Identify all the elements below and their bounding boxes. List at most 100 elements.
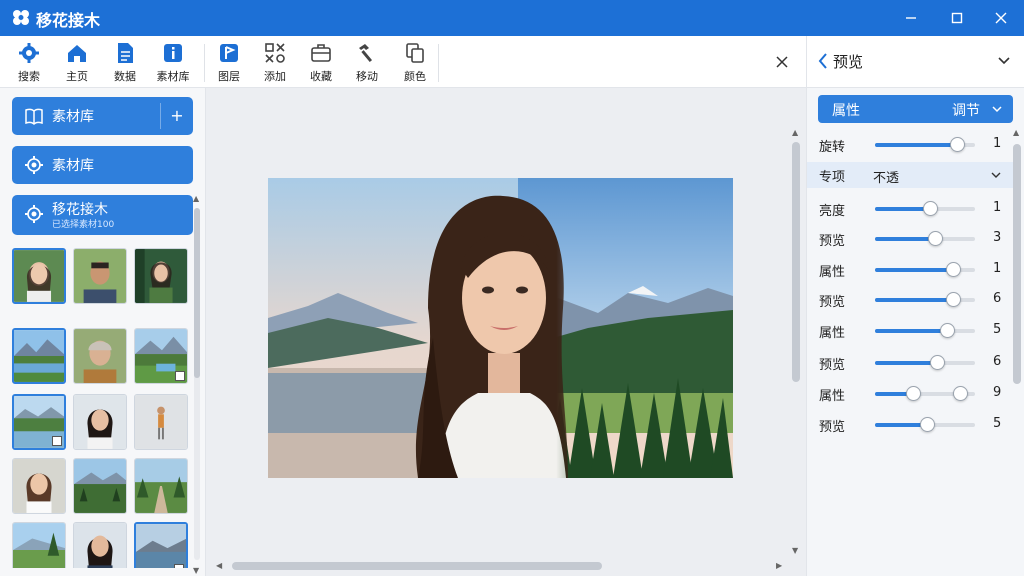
thumbnail-landscape[interactable]	[134, 458, 188, 514]
slider-knob[interactable]	[906, 386, 921, 401]
property-slider-row[interactable]: 属性 9	[807, 381, 1013, 405]
thumbnail-landscape[interactable]	[73, 458, 127, 514]
property-value: 5	[993, 322, 1002, 337]
scroll-thumb[interactable]	[792, 142, 800, 382]
slider-knob[interactable]	[950, 137, 965, 152]
thumbnail-portrait[interactable]	[134, 248, 188, 304]
slider-track[interactable]	[875, 323, 975, 338]
right-scrollbar[interactable]: ▲	[1012, 128, 1022, 568]
composite-photo[interactable]	[268, 178, 733, 478]
scroll-thumb[interactable]	[1013, 144, 1021, 384]
close-window-button[interactable]	[978, 0, 1024, 36]
property-slider-row[interactable]: 预览 5	[807, 412, 1013, 436]
document-icon	[118, 43, 133, 63]
toolbar-label: 移动	[356, 70, 378, 83]
thumbnail-portrait[interactable]	[73, 248, 127, 304]
slider-fill	[875, 268, 953, 272]
thumbnail-landscape[interactable]	[12, 328, 66, 384]
thumbnail-portrait[interactable]	[12, 458, 66, 514]
thumbnail-portrait[interactable]	[73, 394, 127, 450]
slider-track[interactable]	[875, 201, 975, 216]
toolbar-data[interactable]: 数据	[102, 40, 148, 86]
slider-fill	[875, 237, 935, 241]
property-slider-row[interactable]: 预览 6	[807, 287, 1013, 311]
graft-button[interactable]: 移花接木 已选择素材100	[12, 195, 193, 235]
book-icon	[25, 108, 43, 126]
slider-track[interactable]	[875, 417, 975, 432]
slider-track[interactable]	[875, 292, 975, 307]
gear-icon	[25, 205, 43, 223]
chevron-down-icon[interactable]	[997, 56, 1011, 66]
slider-knob[interactable]	[930, 355, 945, 370]
scroll-down-icon[interactable]: ▼	[193, 566, 199, 575]
close-icon[interactable]	[772, 52, 792, 72]
toolbar-home[interactable]: 主页	[54, 40, 100, 86]
scroll-up-icon[interactable]: ▲	[1013, 128, 1019, 137]
slider-knob[interactable]	[946, 262, 961, 277]
canvas-horizontal-scrollbar[interactable]: ◀ ▶	[216, 560, 786, 572]
chevron-down-icon[interactable]	[991, 171, 1001, 179]
thumbnail-portrait[interactable]	[73, 522, 127, 568]
scroll-right-icon[interactable]: ▶	[776, 561, 782, 570]
slider-track[interactable]	[875, 137, 975, 152]
library-button[interactable]: 素材库 +	[12, 97, 193, 135]
thumbnail-figure[interactable]	[134, 394, 188, 450]
badge-icon	[174, 564, 184, 568]
close-icon	[995, 12, 1007, 24]
toolbar-color[interactable]: 颜色	[392, 40, 438, 86]
thumbnail-landscape[interactable]	[134, 522, 188, 568]
property-slider-row[interactable]: 旋转 1	[807, 132, 1013, 156]
slider-knob[interactable]	[940, 323, 955, 338]
tab-properties[interactable]: 属性	[832, 100, 860, 120]
toolbar-label: 素材库	[156, 70, 190, 83]
maximize-button[interactable]	[934, 0, 980, 36]
scroll-down-icon[interactable]: ▼	[792, 546, 798, 555]
toolbar-add[interactable]: 添加	[252, 40, 298, 86]
scroll-up-icon[interactable]: ▲	[193, 194, 199, 203]
property-select-value[interactable]: 不透	[873, 167, 899, 186]
slider-track[interactable]	[875, 355, 975, 370]
slider-knob[interactable]	[923, 201, 938, 216]
slider-knob[interactable]	[953, 386, 968, 401]
thumbnail-landscape[interactable]	[12, 522, 66, 568]
chevron-left-icon[interactable]	[817, 52, 829, 70]
toolbar-layers[interactable]: 图层	[206, 40, 252, 86]
properties-tab[interactable]: 属性 调节	[818, 95, 1013, 123]
slider-track[interactable]	[875, 386, 975, 401]
property-slider-row[interactable]: 预览 3	[807, 226, 1013, 250]
property-name: 预览	[819, 420, 846, 435]
property-slider-row[interactable]: 预览 6	[807, 350, 1013, 374]
chevron-down-icon[interactable]	[992, 105, 1002, 113]
thumbnail-landscape[interactable]	[134, 328, 188, 384]
slider-track[interactable]	[875, 262, 975, 277]
property-slider-row[interactable]: 属性 1	[807, 257, 1013, 281]
scroll-thumb[interactable]	[194, 208, 200, 378]
left-panel: 素材库 + 素材库 移花接木 已选择素材100 ▲ ▼	[0, 88, 206, 576]
app-title: 移花接木	[36, 11, 101, 30]
toolbar-favorite[interactable]: 收藏	[298, 40, 344, 86]
minimize-button[interactable]	[888, 0, 934, 36]
left-scrollbar[interactable]: ▲ ▼	[193, 194, 201, 575]
slider-knob[interactable]	[920, 417, 935, 432]
property-name: 属性	[819, 265, 846, 280]
toolbar-library[interactable]: 素材库	[150, 40, 196, 86]
property-select-row[interactable]: 专项 不透	[807, 162, 1013, 188]
tab-adjust[interactable]: 调节	[952, 100, 980, 120]
canvas-vertical-scrollbar[interactable]: ▲ ▼	[790, 128, 802, 558]
scroll-thumb[interactable]	[232, 562, 602, 570]
slider-knob[interactable]	[928, 231, 943, 246]
property-name: 预览	[819, 234, 846, 249]
scroll-left-icon[interactable]: ◀	[216, 561, 222, 570]
property-slider-row[interactable]: 亮度 1	[807, 196, 1013, 220]
toolbar-move[interactable]: 移动	[344, 40, 390, 86]
scroll-up-icon[interactable]: ▲	[792, 128, 798, 137]
slider-knob[interactable]	[946, 292, 961, 307]
thumbnail-portrait[interactable]	[12, 248, 66, 304]
slider-track[interactable]	[875, 231, 975, 246]
thumbnail-landscape[interactable]	[12, 394, 66, 450]
property-slider-row[interactable]: 属性 5	[807, 318, 1013, 342]
library-settings-button[interactable]: 素材库	[12, 146, 193, 184]
toolbar-search[interactable]: 搜索	[6, 40, 52, 86]
thumbnail-portrait[interactable]	[73, 328, 127, 384]
add-library-button[interactable]: +	[166, 105, 188, 127]
